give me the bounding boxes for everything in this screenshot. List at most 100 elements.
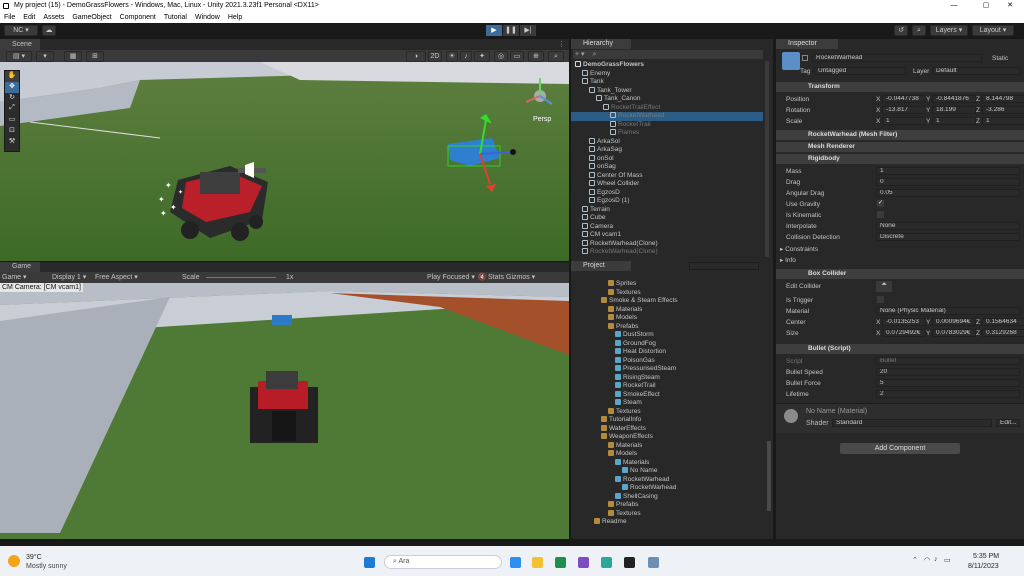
- hierarchy-scrollbar[interactable]: [765, 61, 769, 257]
- project-item[interactable]: RisingSteam: [571, 373, 765, 383]
- clock-date[interactable]: 8/11/2023: [968, 563, 999, 570]
- rotation-y-field[interactable]: 18.199: [932, 106, 976, 114]
- pause-button[interactable]: ❚❚: [503, 25, 519, 36]
- rotation-z-field[interactable]: -3.286: [982, 106, 1024, 114]
- constraints-foldout[interactable]: ▸ Constraints: [780, 245, 818, 253]
- collision-dropdown[interactable]: Discrete: [876, 233, 1020, 241]
- sheets-icon[interactable]: [555, 557, 566, 568]
- hierarchy-item[interactable]: onSag: [571, 163, 763, 172]
- wifi-icon[interactable]: ◠: [924, 556, 930, 564]
- hierarchy-item[interactable]: Wheel Collider: [571, 180, 763, 189]
- project-item[interactable]: Sprites: [571, 280, 765, 289]
- shader-edit-button[interactable]: Edit...: [996, 419, 1020, 427]
- angular-drag-field[interactable]: 0.05: [876, 189, 1020, 197]
- camera-icon[interactable]: ▭: [510, 51, 524, 62]
- position-x-field[interactable]: -0.0447738: [882, 95, 926, 103]
- project-item[interactable]: RocketTrail: [571, 382, 765, 391]
- hierarchy-item[interactable]: Flames: [571, 129, 763, 138]
- add-component-button[interactable]: Add Component: [840, 443, 960, 454]
- hand-tool-icon[interactable]: ✋: [5, 71, 19, 82]
- project-item[interactable]: Prefabs: [571, 501, 765, 510]
- account-button[interactable]: NC ▾: [4, 25, 38, 36]
- project-item[interactable]: Models: [571, 450, 765, 459]
- menu-item-assets[interactable]: Assets: [43, 14, 64, 21]
- scale-slider[interactable]: [206, 277, 276, 278]
- box-collider-header[interactable]: Box Collider: [776, 269, 1024, 279]
- bullet-force-field[interactable]: 5: [876, 379, 1020, 387]
- layer-dropdown[interactable]: Default: [932, 67, 1020, 75]
- visibility-icon[interactable]: ◎: [494, 51, 508, 62]
- project-item[interactable]: No Name: [571, 467, 765, 476]
- file-explorer-icon[interactable]: [532, 557, 543, 568]
- physic-material-field[interactable]: None (Physic Material): [876, 307, 1020, 315]
- hierarchy-item[interactable]: DemoGrassFlowers: [571, 61, 763, 70]
- tray-chevron-icon[interactable]: ⌃: [912, 556, 918, 564]
- hierarchy-item[interactable]: EgzosD: [571, 188, 763, 198]
- menu-item-file[interactable]: File: [4, 14, 15, 21]
- size-z-field[interactable]: 0.3129268: [982, 329, 1024, 337]
- scene-search-icon[interactable]: ⌕: [548, 51, 564, 62]
- play-button[interactable]: ▶: [486, 25, 502, 36]
- hierarchy-item[interactable]: Enemy: [571, 69, 763, 79]
- project-item[interactable]: PressurisedSteam: [571, 365, 765, 374]
- hierarchy-item[interactable]: RocketTrailEffect: [571, 103, 763, 113]
- visual-studio-icon[interactable]: [578, 557, 589, 568]
- project-item[interactable]: GroundFog: [571, 339, 765, 349]
- draw-mode-dropdown[interactable]: ▤ ▾: [6, 51, 32, 62]
- mass-field[interactable]: 1: [876, 167, 1020, 175]
- search-icon[interactable]: ⌕: [912, 25, 926, 36]
- hierarchy-item[interactable]: EgzosD (1): [571, 197, 763, 206]
- start-icon[interactable]: [364, 557, 375, 568]
- size-x-field[interactable]: 0.0729492€: [882, 329, 926, 337]
- project-item[interactable]: Textures: [571, 288, 765, 298]
- hierarchy-item[interactable]: Tank_Canon: [571, 95, 763, 104]
- battery-icon[interactable]: ▭: [944, 556, 951, 564]
- project-item[interactable]: PoisonGas: [571, 356, 765, 366]
- game-mode-dropdown[interactable]: Game ▾: [2, 272, 27, 283]
- interpolate-dropdown[interactable]: None: [876, 222, 1020, 230]
- unity-hub-icon[interactable]: [624, 557, 635, 568]
- center-z-field[interactable]: 0.1564634: [982, 318, 1024, 326]
- menu-item-edit[interactable]: Edit: [23, 14, 35, 21]
- is-kinematic-checkbox[interactable]: [877, 211, 884, 218]
- minimize-icon[interactable]: —: [940, 0, 968, 12]
- project-item[interactable]: Models: [571, 314, 765, 323]
- static-toggle[interactable]: Static: [992, 55, 1008, 62]
- close-icon[interactable]: ✕: [996, 0, 1024, 12]
- mesh-renderer-header[interactable]: Mesh Renderer: [776, 142, 1024, 152]
- effects-icon[interactable]: ✦: [474, 51, 490, 62]
- project-search[interactable]: [689, 262, 759, 270]
- hierarchy-item[interactable]: Camera: [571, 222, 763, 232]
- step-button[interactable]: ▶|: [520, 25, 536, 36]
- lifetime-field[interactable]: 2: [876, 390, 1020, 398]
- scale-z-field[interactable]: 1: [982, 117, 1024, 125]
- project-item[interactable]: TutorialInfo: [571, 416, 765, 425]
- tab-game[interactable]: Game: [0, 262, 40, 272]
- app-icon[interactable]: [648, 557, 659, 568]
- shading-mode-icon[interactable]: ◑: [406, 51, 426, 62]
- hierarchy-item[interactable]: RocketTrail: [571, 120, 763, 130]
- scene-menu-icon[interactable]: ⋮: [558, 40, 565, 48]
- project-item[interactable]: Materials: [571, 305, 765, 315]
- snap-increment-icon[interactable]: ⊞: [86, 51, 104, 62]
- tag-dropdown[interactable]: Untagged: [814, 67, 906, 75]
- drag-field[interactable]: 0: [876, 178, 1020, 186]
- weather-icon[interactable]: [8, 555, 20, 567]
- toggle-2d[interactable]: 2D: [428, 51, 442, 62]
- project-item[interactable]: DustStorm: [571, 331, 765, 340]
- mesh-filter-header[interactable]: RocketWarhead (Mesh Filter): [776, 130, 1024, 140]
- menu-item-tutorial[interactable]: Tutorial: [164, 14, 187, 21]
- transform-header[interactable]: Transform: [776, 82, 1024, 92]
- game-viewport[interactable]: CM Camera: [CM vcam1]: [0, 283, 569, 539]
- project-item[interactable]: RocketWarhead: [571, 484, 765, 493]
- menu-item-window[interactable]: Window: [195, 14, 220, 21]
- is-trigger-checkbox[interactable]: [877, 296, 884, 303]
- hierarchy-item[interactable]: RocketWarhead(Clone): [571, 239, 763, 249]
- hierarchy-item[interactable]: Center Of Mass: [571, 171, 763, 181]
- tab-hierarchy[interactable]: Hierarchy: [571, 39, 631, 49]
- hierarchy-item[interactable]: Tank_Tower: [571, 86, 763, 96]
- chrome-icon[interactable]: [601, 557, 612, 568]
- audio-icon[interactable]: ♪: [460, 51, 472, 62]
- scale-y-field[interactable]: 1: [932, 117, 976, 125]
- clock-time[interactable]: 5:35 PM: [973, 553, 999, 560]
